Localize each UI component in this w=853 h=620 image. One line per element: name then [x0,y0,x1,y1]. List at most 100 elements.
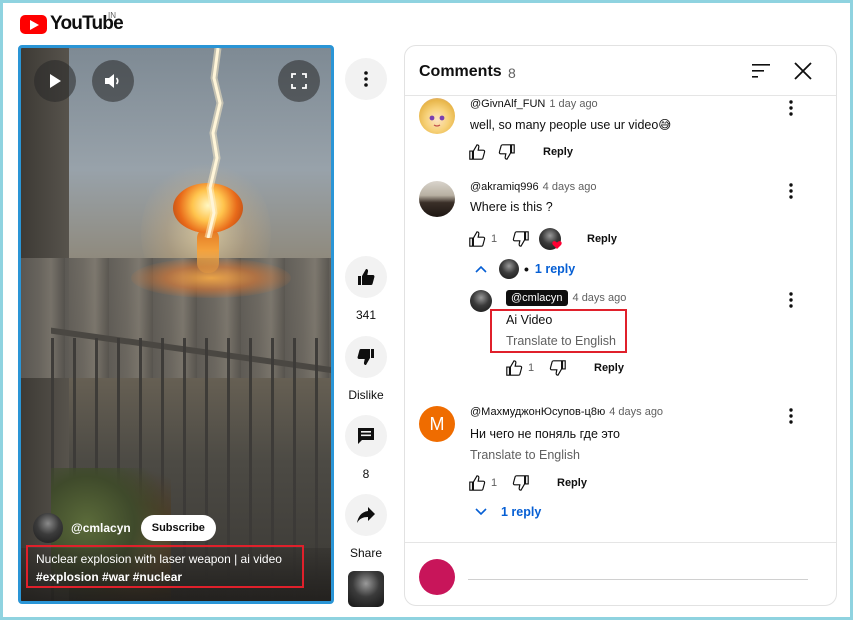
video-hashtags[interactable]: #explosion #war #nuclear [36,568,294,586]
share-label: Share [349,546,383,560]
like-reply-button[interactable] [504,358,524,378]
creator-heart-badge [539,228,562,250]
replies-count: 1 reply [534,262,576,276]
volume-button[interactable] [92,60,134,102]
comments-header: Comments 8 [405,46,836,96]
subscribe-button[interactable]: Subscribe [140,515,216,541]
comments-button[interactable] [345,415,387,457]
sound-thumbnail[interactable] [348,571,384,607]
chevron-up-icon [475,265,487,273]
channel-avatar[interactable] [33,513,63,543]
replies-toggle[interactable]: 1 reply [475,505,541,519]
dislike-comment-button[interactable] [511,473,531,493]
volume-icon [105,74,119,88]
reply-actions: 1 Reply [504,358,624,378]
comment-time[interactable]: 1 day ago [549,98,597,110]
reply-button[interactable]: Reply [543,146,573,158]
thumbs-down-outline-icon [549,360,566,376]
country-code: IN [108,11,116,20]
sort-icon[interactable] [752,63,770,79]
add-comment-input[interactable] [468,579,808,580]
comments-title: Comments [419,63,502,80]
reply-like-count: 1 [528,362,535,374]
comment-meta: @МахмуджонЮсупов-ц8ю 4 days ago [470,406,663,418]
channel-row: @cmlacyn Subscribe [33,513,216,543]
like-comment-button[interactable] [467,473,487,493]
play-button[interactable] [34,60,76,102]
fullscreen-button[interactable] [278,60,320,102]
comment-more-icon[interactable] [789,100,793,116]
comment-avatar[interactable]: M [419,406,455,442]
comments-count: 8 [508,65,516,81]
youtube-play-icon [20,14,47,34]
comment-like-count: 1 [491,477,498,489]
reply-more-icon[interactable] [789,292,793,308]
dislike-comment-button[interactable] [497,142,517,162]
comment-text: Ни чего не поняль где это [470,427,621,441]
channel-name[interactable]: @cmlacyn [71,521,131,535]
like-comment-button[interactable] [467,142,487,162]
thumbs-up-outline-icon [469,144,486,160]
comment-like-count: 1 [491,233,498,245]
screen: YouTube IN @cmlacyn Subscribe Nuclear ex… [3,3,850,617]
comment-text: Where is this ? [470,200,553,214]
heart-icon [552,241,562,249]
reply-button[interactable]: Reply [557,477,587,489]
share-icon [357,507,375,523]
more-vert-icon [364,71,368,87]
comment-author[interactable]: @МахмуджонЮсупов-ц8ю [470,406,605,418]
comment-more-icon[interactable] [789,183,793,199]
lightning-bolt [204,48,224,238]
comment-actions: 1 Reply [467,473,587,493]
comment-count: 8 [362,467,370,481]
translate-link[interactable]: Translate to English [506,334,616,348]
comment-avatar[interactable] [419,98,455,134]
chevron-down-icon [475,508,487,516]
reply-time[interactable]: 4 days ago [573,292,627,304]
thumbs-down-outline-icon [498,144,515,160]
play-icon [50,74,61,88]
dislike-label: Dislike [348,388,384,402]
like-button[interactable] [345,256,387,298]
comment-avatar[interactable] [419,181,455,217]
like-count: 341 [355,308,377,322]
reply-avatar [499,259,519,279]
dislike-comment-button[interactable] [511,229,531,249]
dislike-reply-button[interactable] [548,358,568,378]
reply-button[interactable]: Reply [594,362,624,374]
translate-link[interactable]: Translate to English [470,448,580,462]
short-video-player[interactable]: @cmlacyn Subscribe Nuclear explosion wit… [18,45,334,604]
thumbs-down-icon [357,349,374,365]
video-title: Nuclear explosion with laser weapon | ai… [36,552,282,566]
reply-button[interactable]: Reply [587,233,617,245]
reply-text: Ai Video [506,313,553,327]
reply-author-chip[interactable]: @cmlacyn [506,290,568,306]
current-user-avatar[interactable] [419,559,455,595]
comment-time[interactable]: 4 days ago [609,406,663,418]
comment-more-icon[interactable] [789,408,793,424]
share-button[interactable] [345,494,387,536]
thumbs-up-icon [358,269,375,285]
comment-author[interactable]: @akramiq996 [470,181,539,193]
fullscreen-icon [291,73,307,89]
comment-text: well, so many people use ur video😅 [470,118,672,132]
thumbs-up-outline-icon [469,475,486,491]
thumbs-up-outline-icon [469,231,486,247]
replies-count: 1 reply [501,505,542,519]
comment-item: @GivnAlf_FUN 1 day ago well, so many peop… [419,98,819,170]
video-title-box[interactable]: Nuclear explosion with laser weapon | ai… [26,545,304,588]
comment-actions: 1 Reply [467,228,617,250]
reply-item: @cmlacyn 4 days ago Ai Video Translate to… [470,290,819,380]
replies-toggle[interactable]: • 1 reply [475,259,575,279]
comment-author[interactable]: @GivnAlf_FUN [470,98,545,110]
dislike-button[interactable] [345,336,387,378]
reply-avatar[interactable] [470,290,492,312]
comment-time[interactable]: 4 days ago [543,181,597,193]
more-options-button[interactable] [345,58,387,100]
thumbs-down-outline-icon [512,475,529,491]
like-comment-button[interactable] [467,229,487,249]
close-icon[interactable] [794,62,812,80]
comments-panel: Comments 8 @GivnAlf_FUN 1 day ago well, … [404,45,837,606]
comment-icon [358,428,374,444]
bullet-separator: • [524,261,529,277]
